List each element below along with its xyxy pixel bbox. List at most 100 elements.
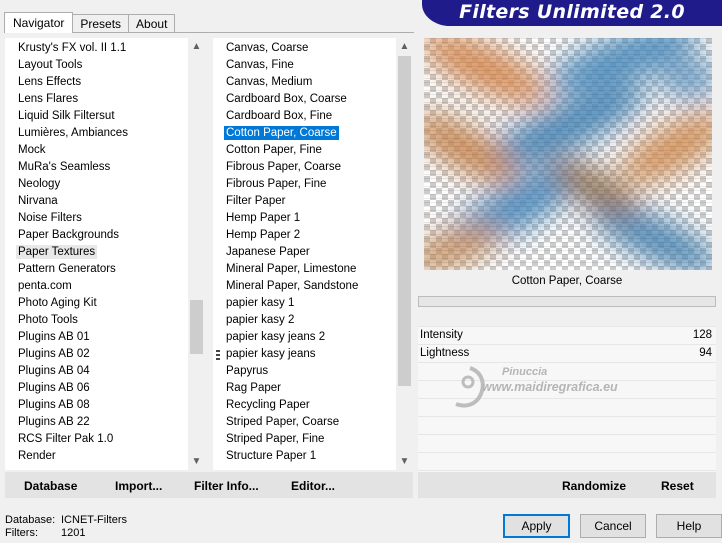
filter-name-label: Cotton Paper, Coarse — [511, 275, 623, 287]
category-item[interactable]: penta.com — [5, 278, 187, 295]
category-item[interactable]: Liquid Silk Filtersut — [5, 108, 187, 125]
randomize-button[interactable]: Randomize — [562, 479, 626, 493]
category-item[interactable]: Lens Flares — [5, 91, 187, 108]
category-item[interactable]: Lens Effects — [5, 74, 187, 91]
filter-item[interactable]: papier kasy jeans — [213, 346, 395, 363]
divider — [418, 362, 716, 363]
filter-item[interactable]: Cardboard Box, Coarse — [213, 91, 395, 108]
category-item-label: RCS Filter Pak 1.0 — [18, 433, 114, 445]
category-scrollbar[interactable]: ▲ ▼ — [188, 38, 205, 470]
filter-item[interactable]: Cardboard Box, Fine — [213, 108, 395, 125]
filter-item[interactable]: Cotton Paper, Coarse — [213, 125, 395, 142]
filter-item-label: Striped Paper, Fine — [226, 433, 325, 445]
category-item[interactable]: Pattern Generators — [5, 261, 187, 278]
param-lightness[interactable]: Lightness 94 — [420, 345, 714, 362]
tab-navigator[interactable]: Navigator — [4, 12, 74, 33]
category-item[interactable]: Paper Backgrounds — [5, 227, 187, 244]
category-item[interactable]: Neology — [5, 176, 187, 193]
chevron-down-icon[interactable]: ▼ — [396, 453, 413, 470]
filter-item[interactable]: papier kasy 1 — [213, 295, 395, 312]
status-filters: Filters: 1201 — [5, 527, 127, 540]
divider — [418, 434, 716, 435]
filter-item[interactable]: Papyrus — [213, 363, 395, 380]
divider — [418, 470, 716, 471]
editor-button[interactable]: Editor... — [291, 479, 335, 493]
filter-list[interactable]: Canvas, Coarse Canvas, Fine Canvas, Medium… — [213, 38, 413, 470]
filter-item[interactable]: Structure Paper 1 — [213, 448, 395, 465]
filter-item[interactable]: Canvas, Fine — [213, 57, 395, 74]
category-item[interactable]: Photo Tools — [5, 312, 187, 329]
filter-item[interactable]: papier kasy 2 — [213, 312, 395, 329]
category-item[interactable]: MuRa's Seamless — [5, 159, 187, 176]
filter-item[interactable]: Canvas, Coarse — [213, 40, 395, 57]
category-item[interactable]: Plugins AB 06 — [5, 380, 187, 397]
category-item[interactable]: Photo Aging Kit — [5, 295, 187, 312]
category-item[interactable]: Lumières, Ambiances — [5, 125, 187, 142]
tab-presets[interactable]: Presets — [72, 14, 130, 33]
import-button[interactable]: Import... — [115, 479, 162, 493]
filter-item[interactable]: Mineral Paper, Sandstone — [213, 278, 395, 295]
filter-item-label: Hemp Paper 1 — [226, 212, 301, 224]
database-button[interactable]: Database — [24, 479, 77, 493]
reset-button[interactable]: Reset — [661, 479, 694, 493]
category-item[interactable]: Render — [5, 448, 187, 465]
filter-item[interactable]: Striped Paper, Coarse — [213, 414, 395, 431]
filter-item[interactable]: Recycling Paper — [213, 397, 395, 414]
category-item-label: Mock — [18, 144, 46, 156]
filter-item[interactable]: Cotton Paper, Fine — [213, 142, 395, 159]
filter-item-label: Cardboard Box, Fine — [226, 110, 333, 122]
filter-item[interactable]: papier kasy jeans 2 — [213, 329, 395, 346]
category-item-label: Pattern Generators — [18, 263, 116, 275]
category-item-label: Lumières, Ambiances — [18, 127, 128, 139]
status-database-value: ICNET-Filters — [61, 514, 127, 526]
filter-item[interactable]: Japanese Paper — [213, 244, 395, 261]
filter-scrollbar[interactable]: ▲ ▼ — [396, 38, 413, 470]
filter-item[interactable]: Fibrous Paper, Fine — [213, 176, 395, 193]
category-item-label: MuRa's Seamless — [18, 161, 111, 173]
filter-item[interactable]: Fibrous Paper, Coarse — [213, 159, 395, 176]
category-item[interactable]: Mock — [5, 142, 187, 159]
filter-item[interactable]: Mineral Paper, Limestone — [213, 261, 395, 278]
category-scroll-thumb[interactable] — [190, 300, 203, 354]
filter-item-label: Papyrus — [226, 365, 269, 377]
category-list[interactable]: Krusty's FX vol. II 1.1 Layout Tools Lens … — [5, 38, 205, 470]
chevron-up-icon[interactable]: ▲ — [396, 38, 413, 55]
apply-button[interactable]: Apply — [503, 514, 570, 538]
category-item[interactable]: Paper Textures — [5, 244, 187, 261]
filter-item[interactable]: Hemp Paper 2 — [213, 227, 395, 244]
filter-item-label: papier kasy jeans — [226, 348, 316, 360]
category-item[interactable]: Krusty's FX vol. II 1.1 — [5, 40, 187, 57]
divider — [418, 416, 716, 417]
category-item[interactable]: Plugins AB 08 — [5, 397, 187, 414]
help-button[interactable]: Help — [656, 514, 722, 538]
cancel-button[interactable]: Cancel — [580, 514, 646, 538]
filter-item-label: Cotton Paper, Fine — [226, 144, 322, 156]
filter-item[interactable]: Hemp Paper 1 — [213, 210, 395, 227]
category-item-label: Plugins AB 01 — [18, 331, 90, 343]
tab-about[interactable]: About — [128, 14, 176, 33]
category-item-label: Paper Backgrounds — [18, 229, 120, 241]
category-item[interactable]: Layout Tools — [5, 57, 187, 74]
category-item[interactable]: Plugins AB 04 — [5, 363, 187, 380]
category-item[interactable]: Noise Filters — [5, 210, 187, 227]
filter-scroll-thumb[interactable] — [398, 56, 411, 386]
category-item-label: Render — [18, 450, 56, 462]
chevron-up-icon[interactable]: ▲ — [188, 38, 205, 55]
filter-item[interactable]: Striped Paper, Fine — [213, 431, 395, 448]
chevron-down-icon[interactable]: ▼ — [188, 453, 205, 470]
filter-item[interactable]: Canvas, Medium — [213, 74, 395, 91]
category-item[interactable]: Nirvana — [5, 193, 187, 210]
param-value[interactable]: 94 — [699, 345, 712, 362]
filter-item-label: papier kasy jeans 2 — [226, 331, 326, 343]
category-item[interactable]: Plugins AB 01 — [5, 329, 187, 346]
param-value[interactable]: 128 — [693, 327, 712, 344]
filter-item[interactable]: Filter Paper — [213, 193, 395, 210]
filter-info-button[interactable]: Filter Info... — [194, 479, 259, 493]
category-item[interactable]: RCS Filter Pak 1.0 — [5, 431, 187, 448]
category-item[interactable]: Plugins AB 02 — [5, 346, 187, 363]
filter-item[interactable]: Rag Paper — [213, 380, 395, 397]
filter-item-label: Fibrous Paper, Coarse — [226, 161, 342, 173]
category-item[interactable]: Plugins AB 22 — [5, 414, 187, 431]
param-intensity[interactable]: Intensity 128 — [420, 327, 714, 344]
filter-item-label: Cardboard Box, Coarse — [226, 93, 347, 105]
